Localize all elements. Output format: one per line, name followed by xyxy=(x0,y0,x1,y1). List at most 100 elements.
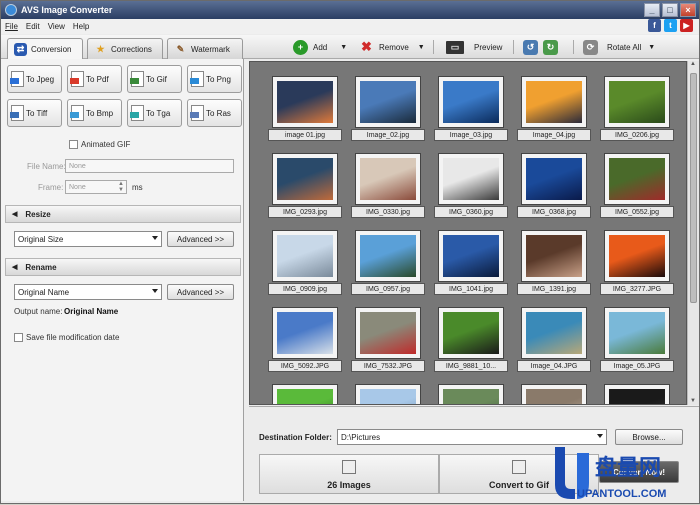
format-button-to-pdf[interactable]: To Pdf xyxy=(67,65,122,93)
close-button[interactable]: × xyxy=(680,3,696,17)
image-thumbnail[interactable]: IMG_0293.jpg xyxy=(268,153,342,218)
file-icon xyxy=(70,71,84,87)
image-thumbnail[interactable] xyxy=(355,384,421,404)
format-button-to-bmp[interactable]: To Bmp xyxy=(67,99,122,127)
preview-button[interactable]: ▭ Preview xyxy=(446,39,502,55)
thumbnail-frame xyxy=(521,230,587,282)
rename-section-header[interactable]: ◀ Rename xyxy=(5,258,241,276)
menu-view[interactable]: View xyxy=(48,22,65,31)
twitter-icon[interactable]: t xyxy=(664,19,677,32)
add-button[interactable]: + Add ▼ xyxy=(293,39,347,55)
image-thumbnail[interactable] xyxy=(272,384,338,404)
format-button-to-tiff[interactable]: To Tiff xyxy=(7,99,62,127)
tab-watermark-label: Watermark xyxy=(191,44,230,54)
destination-label: Destination Folder: xyxy=(259,433,332,442)
youtube-icon[interactable]: ▶ xyxy=(680,19,693,32)
image-thumbnail[interactable]: IMG_5092.JPG xyxy=(268,307,342,372)
image-thumbnail[interactable]: image 01.jpg xyxy=(268,76,342,141)
image-thumbnail[interactable]: Image_05.JPG xyxy=(600,307,674,372)
thumbnail-image xyxy=(609,389,665,404)
image-thumbnail[interactable]: Image_02.jpg xyxy=(351,76,425,141)
tab-conversion-label: Conversion xyxy=(31,45,72,54)
minimize-button[interactable]: _ xyxy=(644,3,660,17)
image-thumbnail[interactable]: IMG_0206.jpg xyxy=(600,76,674,141)
resize-section-header[interactable]: ◀ Resize xyxy=(5,205,241,223)
browse-button[interactable]: Browse... xyxy=(615,429,683,445)
file-icon xyxy=(10,71,24,87)
collapse-icon: ◀ xyxy=(12,211,18,218)
image-thumbnail[interactable] xyxy=(604,384,670,404)
maximize-button[interactable]: □ xyxy=(662,3,678,17)
format-button-to-jpeg[interactable]: To Jpeg xyxy=(7,65,62,93)
vertical-scrollbar[interactable]: ▲ ▼ xyxy=(687,61,699,405)
thumbnail-caption: IMG_0293.jpg xyxy=(268,206,342,218)
scroll-down-icon[interactable]: ▼ xyxy=(690,398,696,404)
scroll-up-icon[interactable]: ▲ xyxy=(690,61,696,67)
remove-button[interactable]: ✖ Remove ▼ xyxy=(359,39,425,55)
image-thumbnail[interactable]: IMG_0360.jpg xyxy=(434,153,508,218)
format-button-to-png[interactable]: To Png xyxy=(187,65,242,93)
menu-file[interactable]: File xyxy=(5,22,18,31)
app-logo-icon xyxy=(5,4,17,16)
thumbnail-frame xyxy=(438,384,504,404)
file-name-label: File Name: xyxy=(27,162,66,171)
rename-advanced-button[interactable]: Advanced >> xyxy=(167,284,234,300)
image-thumbnail[interactable]: Image_04.jpg xyxy=(517,76,591,141)
image-thumbnail[interactable]: IMG_3277.JPG xyxy=(600,230,674,295)
thumbnail-frame xyxy=(272,230,338,282)
image-thumbnail[interactable]: IMG_7532.JPG xyxy=(351,307,425,372)
rotate-all-dropdown-icon[interactable]: ▼ xyxy=(648,44,655,51)
resize-advanced-button[interactable]: Advanced >> xyxy=(167,231,234,247)
tab-watermark[interactable]: ✎ Watermark xyxy=(167,38,243,59)
format-label: To Bmp xyxy=(86,108,114,118)
image-thumbnail[interactable] xyxy=(438,384,504,404)
images-icon xyxy=(342,460,356,474)
thumbnail-caption: Image_05.JPG xyxy=(600,360,674,372)
format-button-to-tga[interactable]: To Tga xyxy=(127,99,182,127)
file-name-field[interactable]: None xyxy=(65,159,234,173)
thumbnail-caption: image 01.jpg xyxy=(268,129,342,141)
format-button-to-gif[interactable]: To Gif xyxy=(127,65,182,93)
image-thumbnail[interactable]: IMG_0368.jpg xyxy=(517,153,591,218)
chevron-down-icon xyxy=(152,289,158,293)
image-thumbnail[interactable] xyxy=(521,384,587,404)
tab-conversion[interactable]: ⇄ Conversion xyxy=(7,38,83,60)
rename-select[interactable]: Original Name xyxy=(14,284,162,300)
menu-help[interactable]: Help xyxy=(73,22,89,31)
image-thumbnail[interactable]: IMG_1041.jpg xyxy=(434,230,508,295)
menu-edit[interactable]: Edit xyxy=(26,22,40,31)
facebook-icon[interactable]: f xyxy=(648,19,661,32)
animated-gif-checkbox[interactable] xyxy=(69,140,78,149)
remove-dropdown-icon[interactable]: ▼ xyxy=(418,44,425,51)
format-button-to-ras[interactable]: To Ras xyxy=(187,99,242,127)
thumbnail-image xyxy=(526,158,582,200)
title-bar: AVS Image Converter _ □ × xyxy=(1,1,699,19)
thumbnail-frame xyxy=(355,153,421,205)
resize-select[interactable]: Original Size xyxy=(14,231,162,247)
image-thumbnail[interactable]: IMG_0552.jpg xyxy=(600,153,674,218)
image-thumbnail[interactable]: IMG_0330.jpg xyxy=(351,153,425,218)
destination-select[interactable]: D:\Pictures xyxy=(337,429,607,445)
thumbnail-frame xyxy=(355,76,421,128)
image-thumbnail[interactable]: IMG_1391.jpg xyxy=(517,230,591,295)
save-date-checkbox[interactable] xyxy=(14,333,23,342)
frame-stepper[interactable]: ▲ ▼ xyxy=(118,181,124,193)
scrollbar-thumb[interactable] xyxy=(690,73,697,303)
image-thumbnail[interactable]: IMG_9881_10... xyxy=(434,307,508,372)
image-thumbnail[interactable]: Image_03.jpg xyxy=(434,76,508,141)
tab-corrections[interactable]: ★ Corrections xyxy=(87,38,163,59)
rotate-right-icon[interactable]: ↻ xyxy=(543,39,558,55)
image-thumbnail[interactable]: IMG_0957.jpg xyxy=(351,230,425,295)
rotate-all-button[interactable]: ⟳ Rotate All ▼ xyxy=(583,39,655,55)
format-label: To Gif xyxy=(146,74,167,84)
image-thumbnail[interactable]: IMG_0909.jpg xyxy=(268,230,342,295)
image-thumbnail[interactable]: Image_04.JPG xyxy=(517,307,591,372)
thumbnail-image xyxy=(526,81,582,123)
thumbnail-image xyxy=(277,235,333,277)
add-dropdown-icon[interactable]: ▼ xyxy=(340,44,347,51)
thumbnail-image xyxy=(360,81,416,123)
frame-field[interactable]: None ▲ ▼ xyxy=(65,180,127,194)
app-window: AVS Image Converter _ □ × File Edit View… xyxy=(0,0,700,504)
rotate-left-icon[interactable]: ↺ xyxy=(523,39,538,55)
thumbnail-image xyxy=(443,389,499,404)
